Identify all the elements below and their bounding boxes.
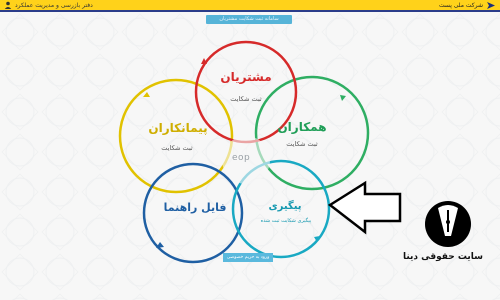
privacy-button[interactable]: ورود به حریم خصوصی [223, 253, 273, 262]
colleagues-subtitle[interactable]: ثبت شکایت [272, 140, 332, 148]
arrow-pointer [327, 180, 402, 235]
contractors-title[interactable]: پیمانکاران [128, 121, 228, 135]
watermark-text: سایت حقوقی دینا [402, 252, 484, 262]
eop-mark: eop [232, 153, 251, 163]
guide-title[interactable]: فایل راهنما [150, 201, 240, 214]
customers-subtitle[interactable]: ثبت شکایت [216, 95, 276, 103]
followup-subtitle[interactable]: پیگیری شکایت ثبت شده [246, 218, 326, 224]
customers-title[interactable]: مشتریان [206, 70, 286, 84]
followup-title[interactable]: پیگیری [255, 201, 315, 212]
colleagues-title[interactable]: همکاران [262, 120, 342, 134]
contractors-subtitle[interactable]: ثبت شکایت [142, 144, 212, 152]
